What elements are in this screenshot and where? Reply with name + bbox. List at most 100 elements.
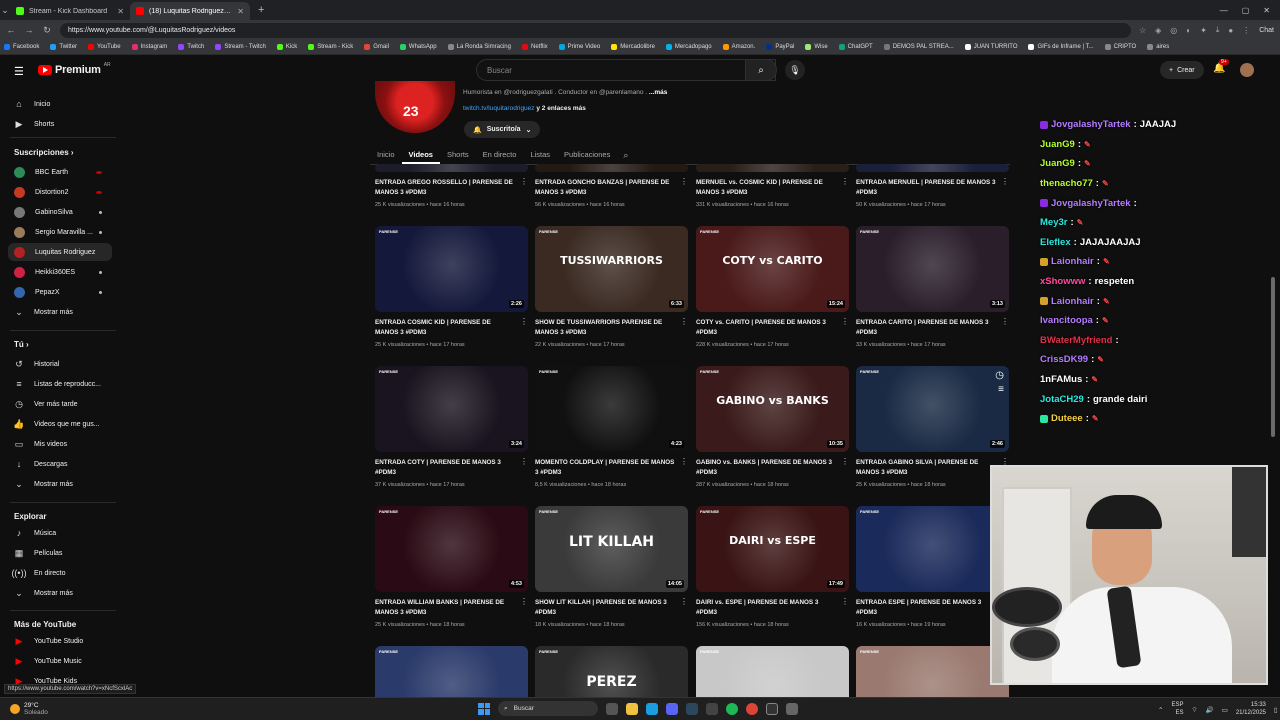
sidebar-item-explore[interactable]: ♪ Música [8,524,112,542]
search-input[interactable]: Buscar [476,59,776,81]
more-actions-icon[interactable]: ⋮ [520,177,528,186]
video-title[interactable]: COTY vs. CARITO | PARENSE DE MANOS 3 #PD… [696,318,836,337]
video-title[interactable]: ENTRADA WILLIAM BANKS | PARENSE DE MANOS… [375,598,515,617]
close-tab-icon[interactable]: ✕ [237,7,244,16]
chat-username[interactable]: Laionhair [1051,256,1094,267]
discord-icon[interactable] [666,702,678,715]
bookmark-item[interactable]: Gmail [364,44,389,50]
video-thumbnail[interactable]: PARENSE 4:53 [375,506,528,592]
more-actions-icon[interactable]: ⋮ [841,457,849,466]
extension-icon[interactable]: ✦ [1200,26,1207,35]
file-explorer-icon[interactable] [626,702,638,715]
channel-search-icon[interactable]: ⌕ [617,150,628,164]
edge-icon[interactable] [646,702,658,715]
video-title[interactable]: ENTRADA GONCHO BANZAS | PARENSE DE MANOS… [535,178,675,197]
more-actions-icon[interactable]: ⋮ [520,457,528,466]
obs-icon[interactable] [766,702,778,715]
more-actions-icon[interactable]: ⋮ [520,317,528,326]
bookmark-item[interactable]: Twitter [50,44,77,50]
video-thumbnail[interactable]: PARENSE TUSSIWARRIORS 6:33 [535,226,688,312]
spotify-icon[interactable] [726,702,738,715]
video-thumbnail[interactable]: PARENSE [856,506,1009,592]
back-icon[interactable]: ← [6,25,16,35]
maximize-icon[interactable]: ▢ [1242,6,1250,15]
channel-description[interactable]: Humorista en @rodriguezgalati . Conducto… [463,89,667,96]
tab-videos[interactable]: Videos [401,150,440,164]
new-tab-button[interactable]: + [250,4,272,16]
subscriptions-header[interactable]: Suscripciones › [14,148,74,157]
tab-publicaciones[interactable]: Publicaciones [557,150,617,162]
tab-kick-dashboard[interactable]: Stream - Kick Dashboard ✕ [10,2,130,20]
bookmark-item[interactable]: Facebook [4,44,39,50]
sidebar-item-you[interactable]: 👍 Videos que me gus... [8,415,112,433]
video-title[interactable]: SHOW LIT KILLAH | PARENSE DE MANOS 3 #PD… [535,598,675,617]
tab-shorts[interactable]: Shorts [440,150,476,162]
voice-search-button[interactable]: 🎙 [785,60,805,80]
tab-youtube[interactable]: (18) Luquitas Rodriguez - YouTube ✕ [130,2,250,20]
scrollbar-thumb[interactable] [1271,277,1275,437]
downloads-icon[interactable]: ⤓ [1216,25,1220,35]
minimize-icon[interactable]: — [1220,6,1228,15]
bookmark-item[interactable]: CRIPTO [1104,44,1136,50]
extension-icon[interactable]: ◎ [1170,26,1177,35]
bookmark-item[interactable]: Stream - Twitch [215,44,266,50]
video-thumbnail[interactable]: PARENSE 4:23 [535,366,688,452]
volume-icon[interactable]: 🔊 [1206,706,1214,714]
bookmark-item[interactable]: Prime Video [558,44,600,50]
more-actions-icon[interactable]: ⋮ [680,457,688,466]
tab-inicio[interactable]: Inicio [370,150,402,162]
notifications-button[interactable]: 🔔 9+ [1213,59,1229,74]
app-icon[interactable] [706,702,718,715]
video-thumbnail[interactable]: PARENSE DAIRI vs ESPE 17:49 [696,506,849,592]
video-title[interactable]: GABINO vs. BANKS | PARENSE DE MANOS 3 #P… [696,458,836,477]
youtube-premium-logo[interactable]: Premium AR [38,62,111,76]
reload-icon[interactable]: ↻ [42,25,52,36]
sidebar-subscription[interactable]: BBC Earth [8,163,112,181]
more-actions-icon[interactable]: ⋮ [680,597,688,606]
video-title[interactable]: ENTRADA ESPE | PARENSE DE MANOS 3 #PDM3 [856,598,996,617]
close-tab-icon[interactable]: ✕ [117,7,124,16]
sidebar-subscription[interactable]: Heikki360ES [8,263,112,281]
sidebar-item-more[interactable]: ▶ YouTube Music [8,652,112,670]
sidebar-item-explore[interactable]: ((•)) En directo [8,564,112,582]
chat-username[interactable]: JuanG9 [1040,139,1075,150]
more-actions-icon[interactable]: ⋮ [841,597,849,606]
video-title[interactable]: ENTRADA MERNUEL | PARENSE DE MANOS 3 #PD… [856,178,996,197]
bookmark-item[interactable]: La Ronda Simracing [447,44,511,50]
sidebar-subscription[interactable]: Sergio Maravilla ... [8,223,112,241]
video-thumbnail[interactable]: PARENSE 2:46 ◷ ≡ [856,366,1009,452]
sidebar-item-you[interactable]: ≡ Listas de reproducc... [8,375,112,393]
search-button[interactable]: ⌕ [745,59,777,81]
url-field[interactable]: https://www.youtube.com/@LuquitasRodrigu… [60,22,1131,38]
bookmark-item[interactable]: Mercadopago [665,44,712,50]
create-button[interactable]: + Crear [1160,61,1204,79]
sidebar-subscription[interactable]: Distortion2 [8,183,112,201]
chat-username[interactable]: JovgalashyTartek [1051,198,1131,209]
more-actions-icon[interactable]: ⋮ [841,317,849,326]
chat-username[interactable]: JovgalashyTartek [1051,119,1131,130]
sidebar-subscription[interactable]: PepazX [8,283,112,301]
show-more-you[interactable]: ⌄ Mostrar más [8,475,112,493]
account-avatar[interactable] [1240,63,1254,77]
video-title[interactable]: MERNUEL vs. COSMIC KID | PARENSE DE MANO… [696,178,836,197]
chat-username[interactable]: BWaterMyfriend [1040,335,1113,346]
language-indicator[interactable]: ESP ES [1171,702,1183,717]
video-thumbnail[interactable] [375,164,528,172]
taskbar-search[interactable]: ⌕ Buscar [498,701,598,716]
video-thumbnail[interactable] [696,164,849,172]
bookmark-item[interactable]: Mercadolibre [611,44,655,50]
bookmark-item[interactable]: Netflix [521,44,548,50]
weather-widget[interactable]: 29°C Soleado [10,702,48,716]
more-actions-icon[interactable]: ⋮ [680,177,688,186]
more-actions-icon[interactable]: ⋮ [680,317,688,326]
sidebar-item-you[interactable]: ↺ Historial [8,355,112,373]
video-title[interactable]: ENTRADA CARITO | PARENSE DE MANOS 3 #PDM… [856,318,996,337]
menu-icon[interactable]: ⋮ [1242,26,1250,35]
add-to-queue-icon[interactable]: ≡ [998,384,1004,395]
chat-username[interactable]: JuanG9 [1040,158,1075,169]
battery-icon[interactable]: ▭ [1222,706,1228,714]
tray-chevron-icon[interactable]: ⌃ [1158,706,1163,714]
chat-username[interactable]: JotaCH29 [1040,394,1084,405]
sidebar-item-explore[interactable]: ▦ Películas [8,544,112,562]
show-more-subscriptions[interactable]: ⌄ Mostrar más [8,303,112,321]
